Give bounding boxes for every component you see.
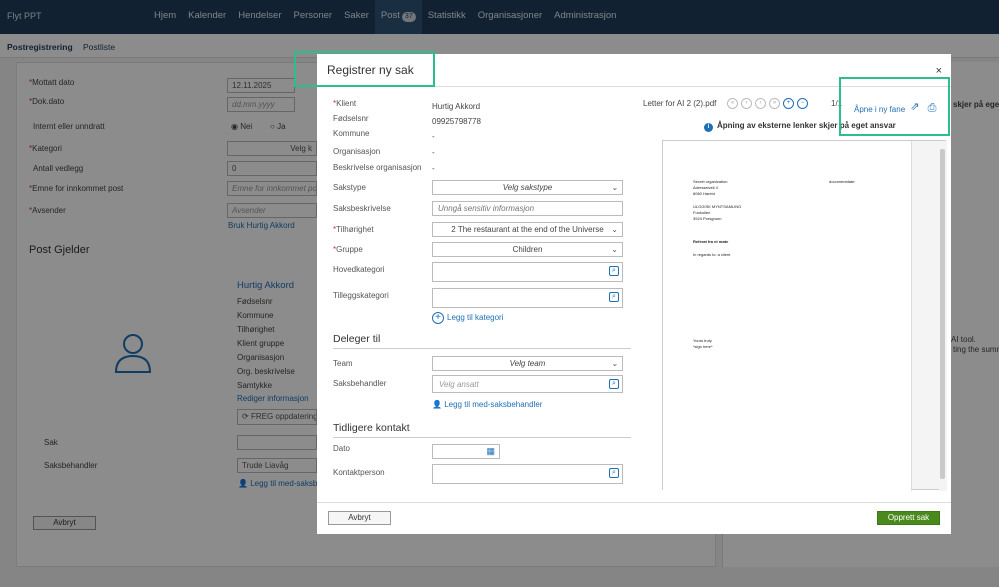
kontaktperson-label: Kontaktperson [333, 468, 385, 477]
organisasjon-label: Organisasjon [333, 147, 381, 156]
doc-line: Referat fra et møte [693, 239, 729, 244]
legg-til-med-saksbehandler-link[interactable]: 👤 Legg til med-saksbehandler [432, 400, 542, 409]
page-indicator: 1/1 [831, 99, 843, 108]
gruppe-value: Children [512, 245, 543, 254]
legg-til-kategori-link[interactable]: + Legg til kategori [432, 312, 503, 324]
section-divider [333, 348, 631, 349]
chevron-down-icon: ⌄ [611, 245, 618, 254]
organisasjon-value: - [432, 148, 435, 157]
pdf-page: Secret organization documentdate: Adress… [663, 141, 912, 491]
sakstype-select[interactable]: Velg sakstype ⌄ [432, 180, 623, 195]
modal-title: Registrer ny sak [327, 63, 414, 77]
saksbehandler-lookup[interactable]: Velg ansatt ⌕ [432, 375, 623, 393]
besk-org-label: Beskrivelse organisasjon [333, 163, 422, 172]
klient-label: *Klient [333, 99, 357, 108]
doc-line: Funkollen [693, 210, 711, 215]
plus-circle-icon: + [432, 312, 444, 324]
doc-line: Secret organization [693, 179, 728, 184]
doc-line: Yours truly [693, 338, 712, 343]
fodselsnr-label: Fødselsnr [333, 114, 369, 123]
klient-value: Hurtig Akkord [432, 102, 481, 111]
doc-line: Adresseiveii 4 [693, 185, 718, 190]
chevron-down-icon: ⌄ [611, 359, 618, 368]
team-value: Velg team [509, 359, 546, 368]
saksbeskrivelse-label: Saksbeskrivelse [333, 204, 391, 213]
zoom-out-icon[interactable]: − [797, 98, 808, 109]
saksbeskrivelse-input[interactable] [432, 201, 623, 216]
tilhorighet-label: *Tilhørighet [333, 225, 374, 234]
doc-line: documentdate: [829, 179, 856, 184]
first-page-icon[interactable]: « [727, 98, 738, 109]
lookup-icon[interactable]: ⌕ [609, 292, 619, 302]
external-link-warning-text: Åpning av eksterne lenker skjer på eget … [717, 121, 896, 130]
external-link-icon[interactable]: ⇗ [909, 101, 921, 113]
preview-filename: Letter for AI 2 (2).pdf [643, 99, 717, 108]
calendar-icon[interactable]: ▦ [486, 446, 495, 457]
tilhorighet-value: 2 The restaurant at the end of the Unive… [451, 225, 604, 234]
tidligere-kontakt-heading: Tidligere kontakt [333, 422, 410, 434]
close-icon[interactable]: × [936, 65, 942, 77]
doc-line: ULOGISK MYNTSAMLING [693, 204, 742, 209]
doc-line: 6060 Hareid [693, 191, 715, 196]
kontaktperson-lookup[interactable]: ⌕ [432, 464, 623, 484]
saksbehandler-label: Saksbehandler [333, 379, 387, 388]
lookup-icon[interactable]: ⌕ [609, 468, 619, 478]
chevron-down-icon: ⌄ [611, 225, 618, 234]
kommune-value: - [432, 132, 435, 141]
gruppe-label: *Gruppe [333, 245, 363, 254]
kommune-label: Kommune [333, 129, 370, 138]
lookup-icon[interactable]: ⌕ [609, 266, 619, 276]
last-page-icon[interactable]: » [769, 98, 780, 109]
dato-input[interactable]: ▦ [432, 444, 500, 459]
pdf-preview[interactable]: Secret organization documentdate: Adress… [662, 140, 947, 491]
tilhorighet-text: Tilhørighet [336, 225, 374, 234]
team-label: Team [333, 359, 353, 368]
sakstype-label: Sakstype [333, 183, 366, 192]
doc-line: 3924 Porsgrunn [693, 216, 722, 221]
gruppe-select[interactable]: Children ⌄ [432, 242, 623, 257]
opprett-sak-button[interactable]: Opprett sak [877, 511, 940, 525]
add-user-icon: 👤 [432, 400, 445, 409]
tilleggskategori-lookup[interactable]: ⌕ [432, 288, 623, 308]
tilleggskategori-label: Tilleggskategori [333, 291, 389, 300]
team-select[interactable]: Velg team ⌄ [432, 356, 623, 371]
fodselsnr-value: 09925798778 [432, 117, 481, 126]
chevron-down-icon: ⌄ [611, 183, 618, 192]
info-icon: i [704, 123, 713, 132]
klient-text: Klient [336, 99, 357, 108]
doc-line: *sign here* [693, 344, 713, 349]
deleger-heading: Deleger til [333, 333, 381, 345]
preview-scrollbar[interactable] [939, 141, 947, 491]
modal-header-divider [317, 86, 951, 87]
open-new-tab-link[interactable]: Åpne i ny fane [854, 105, 905, 114]
hovedkategori-label: Hovedkategori [333, 265, 385, 274]
besk-org-value: - [432, 164, 435, 173]
section-divider [333, 437, 631, 438]
legg-til-kategori-text: Legg til kategori [447, 313, 504, 322]
print-icon[interactable]: ⎙ [926, 102, 938, 114]
modal-footer-divider [317, 502, 951, 503]
registrer-sak-modal: Registrer ny sak × *Klient Hurtig Akkord… [317, 54, 951, 534]
preview-nav: « ‹ › » + − [727, 98, 808, 109]
zoom-in-icon[interactable]: + [783, 98, 794, 109]
external-link-warning: i Åpning av eksterne lenker skjer på eget… [704, 121, 896, 132]
legg-til-med-saksbehandler-text: Legg til med-saksbehandler [444, 400, 543, 409]
tilhorighet-select[interactable]: 2 The restaurant at the end of the Unive… [432, 222, 623, 237]
scrollbar-thumb[interactable] [940, 149, 945, 479]
cancel-button[interactable]: Avbryt [328, 511, 391, 525]
next-page-icon[interactable]: › [755, 98, 766, 109]
lookup-icon[interactable]: ⌕ [609, 379, 619, 389]
saksbehandler-placeholder: Velg ansatt [439, 380, 479, 389]
hovedkategori-lookup[interactable]: ⌕ [432, 262, 623, 282]
doc-line: In regards to: a client [693, 252, 731, 257]
dato-label: Dato [333, 444, 350, 453]
gruppe-text: Gruppe [336, 245, 363, 254]
prev-page-icon[interactable]: ‹ [741, 98, 752, 109]
sakstype-value: Velg sakstype [502, 183, 553, 192]
